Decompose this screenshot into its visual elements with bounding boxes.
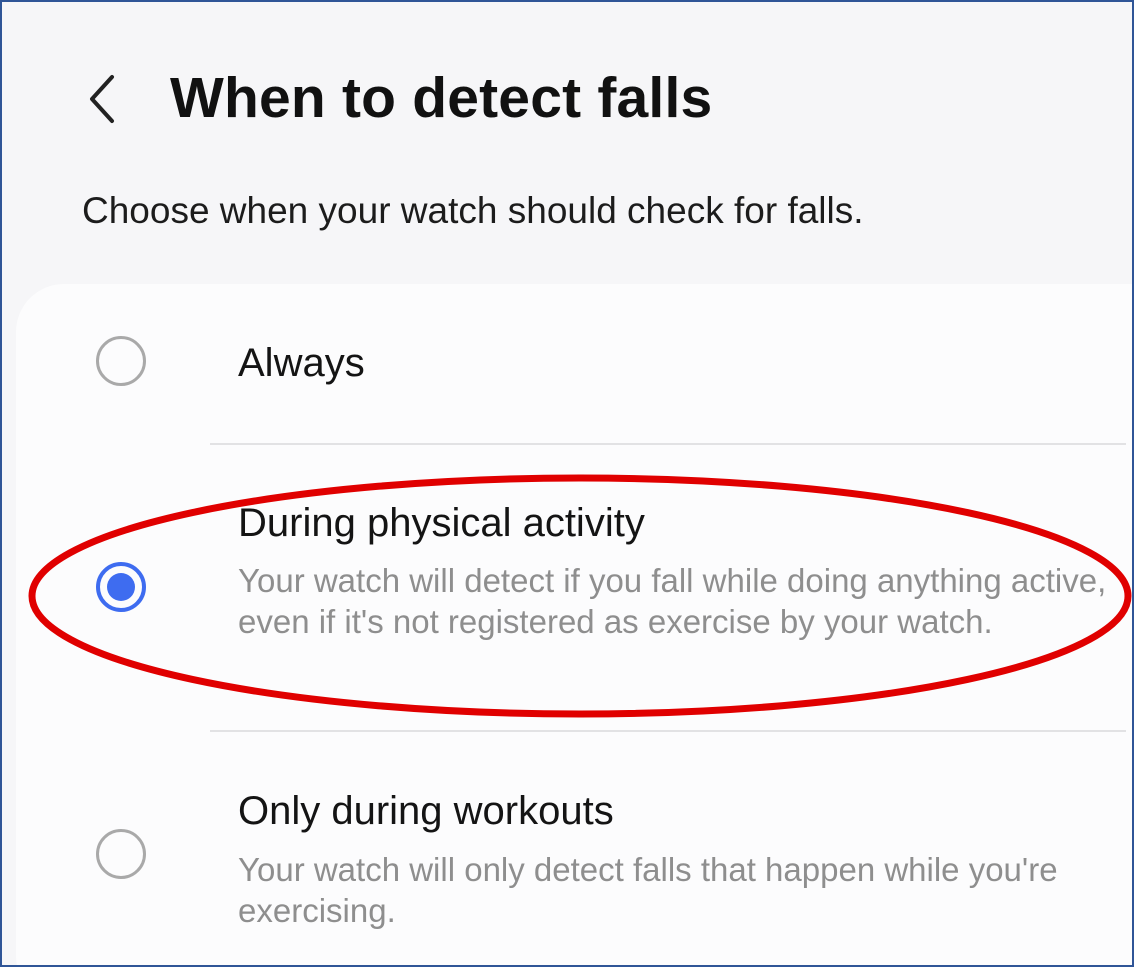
divider — [210, 443, 1126, 445]
radio-button-during-physical-activity[interactable] — [96, 562, 146, 612]
radio-selected-dot — [107, 573, 135, 601]
page-subtitle: Choose when your watch should check for … — [82, 190, 864, 231]
page-title: When to detect falls — [170, 66, 713, 130]
header: When to detect falls — [2, 57, 1132, 137]
option-description: Your watch will detect if you fall while… — [238, 562, 1107, 640]
option-title: Only during workouts — [238, 789, 614, 833]
divider — [210, 730, 1126, 732]
option-always[interactable]: Always — [16, 284, 1132, 444]
back-button[interactable] — [76, 67, 136, 127]
app-screen: When to detect falls Choose when your wa… — [0, 0, 1134, 967]
radio-button-only-during-workouts[interactable] — [96, 829, 146, 879]
option-during-physical-activity[interactable]: During physical activity Your watch will… — [16, 446, 1132, 730]
option-description: Your watch will only detect falls that h… — [238, 851, 1058, 929]
options-card: Always During physical activity Your wat… — [16, 284, 1132, 965]
option-title: During physical activity — [238, 501, 645, 545]
radio-button-always[interactable] — [96, 336, 146, 386]
option-only-during-workouts[interactable]: Only during workouts Your watch will onl… — [16, 733, 1132, 965]
chevron-left-icon — [90, 75, 114, 123]
option-title: Always — [238, 341, 365, 385]
